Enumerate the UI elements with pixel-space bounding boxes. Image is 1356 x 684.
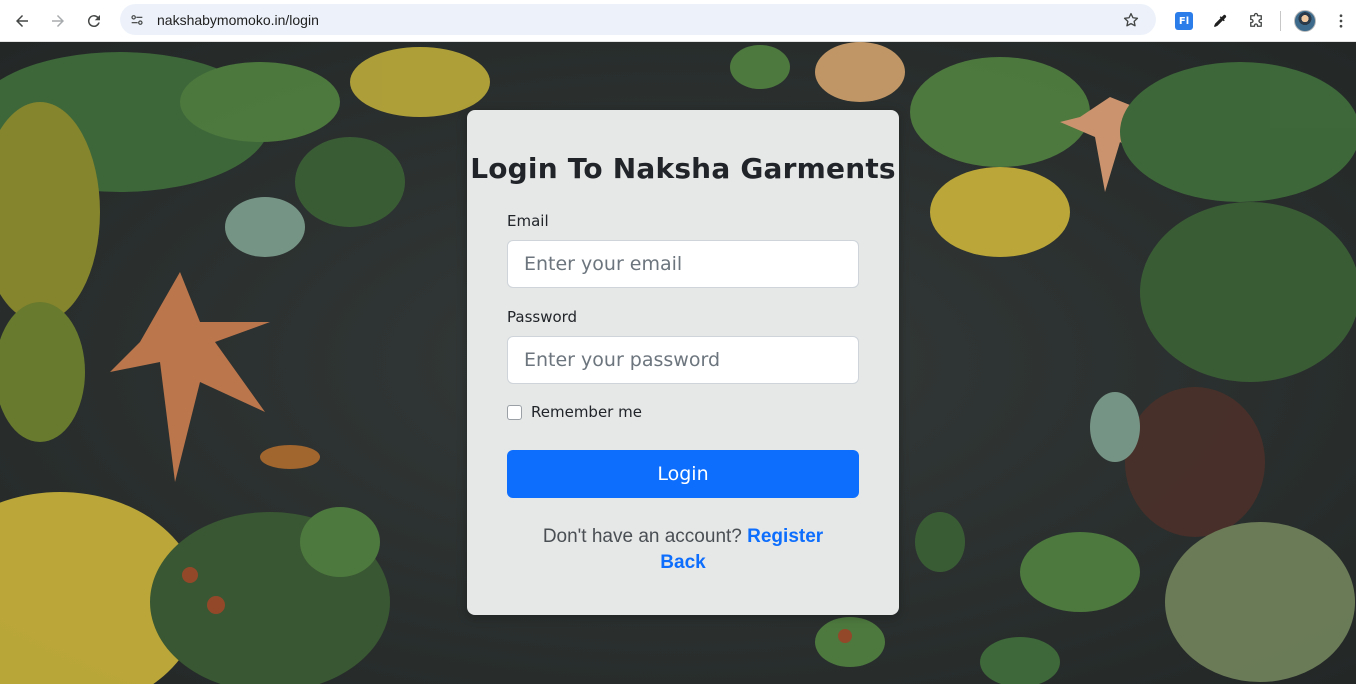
extension-fl-icon: Fl xyxy=(1175,12,1193,30)
remember-me-checkbox[interactable] xyxy=(507,404,522,420)
forward-button[interactable] xyxy=(40,3,76,39)
address-bar[interactable]: nakshabymomoko.in/login xyxy=(120,4,1156,35)
back-button[interactable] xyxy=(4,3,40,39)
url-text: nakshabymomoko.in/login xyxy=(157,11,319,28)
extensions-puzzle-button[interactable] xyxy=(1238,3,1274,39)
back-arrow-icon xyxy=(16,14,28,27)
back-link[interactable]: Back xyxy=(660,552,705,573)
remember-me-row[interactable]: Remember me xyxy=(507,403,642,421)
bookmark-star-icon[interactable] xyxy=(1120,9,1142,31)
back-row: Back xyxy=(467,550,899,576)
no-account-text: Don't have an account? xyxy=(542,526,742,547)
browser-toolbar: nakshabymomoko.in/login Fl xyxy=(0,0,1356,42)
register-prompt: Don't have an account? Register xyxy=(467,524,899,550)
kebab-menu-icon xyxy=(1339,14,1343,28)
login-page: Login To Naksha Garments Email Password … xyxy=(0,42,1356,684)
email-label: Email xyxy=(507,212,549,230)
remember-me-label[interactable]: Remember me xyxy=(531,403,642,421)
site-settings-icon[interactable] xyxy=(124,7,150,33)
extension-fl-button[interactable]: Fl xyxy=(1166,3,1202,39)
login-card: Login To Naksha Garments Email Password … xyxy=(467,110,899,615)
profile-avatar xyxy=(1294,10,1316,32)
puzzle-icon xyxy=(1250,12,1262,27)
reload-icon xyxy=(87,14,100,27)
password-input[interactable] xyxy=(507,336,859,384)
eyedropper-extension-button[interactable] xyxy=(1202,3,1238,39)
login-title: Login To Naksha Garments xyxy=(470,152,896,185)
forward-arrow-icon xyxy=(52,14,64,27)
reload-button[interactable] xyxy=(76,3,112,39)
profile-button[interactable] xyxy=(1287,3,1323,39)
login-button[interactable]: Login xyxy=(507,450,859,498)
extensions-area: Fl xyxy=(1166,0,1356,42)
eyedropper-icon xyxy=(1214,14,1227,27)
toolbar-divider xyxy=(1280,11,1281,31)
password-label: Password xyxy=(507,308,578,326)
browser-menu-button[interactable] xyxy=(1323,3,1356,39)
email-input[interactable] xyxy=(507,240,859,288)
register-link[interactable]: Register xyxy=(747,526,823,547)
